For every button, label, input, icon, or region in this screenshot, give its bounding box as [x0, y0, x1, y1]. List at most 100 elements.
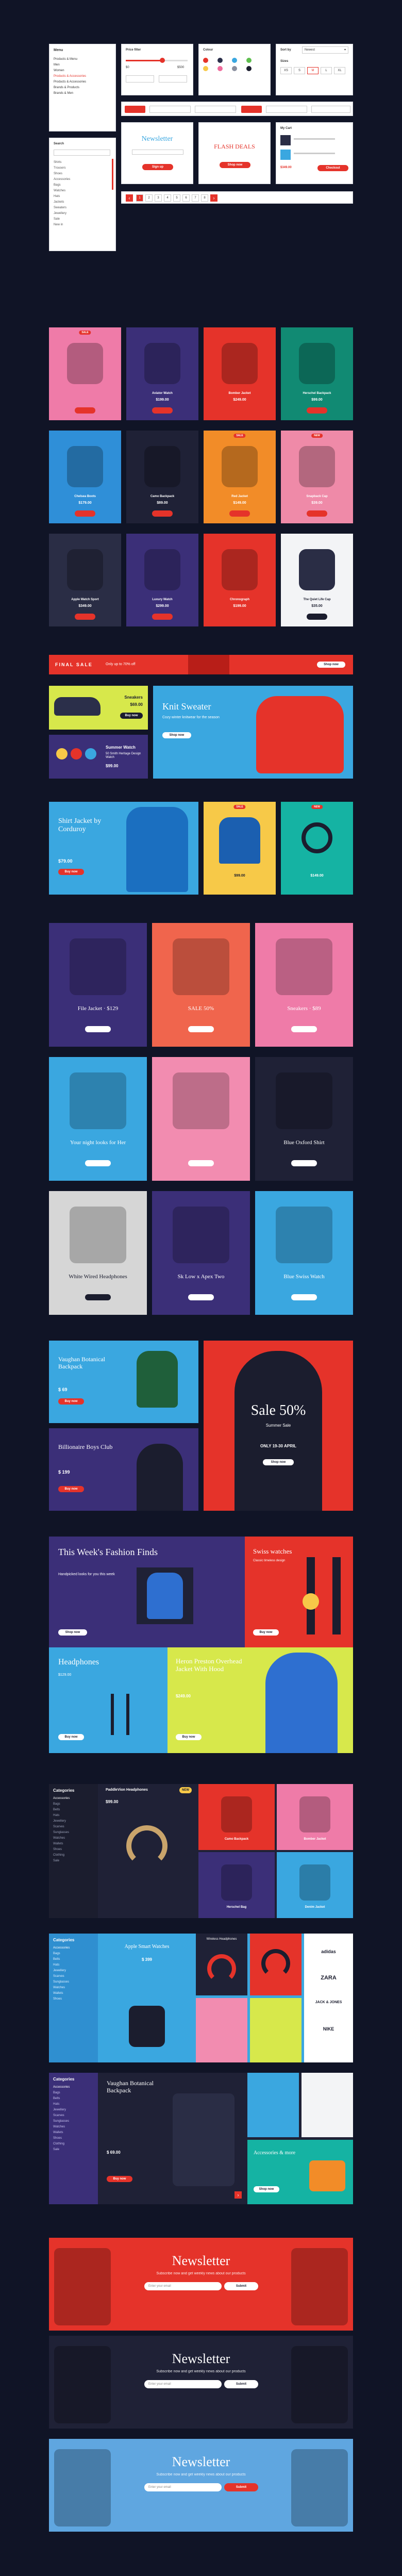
- dashboard-1-product[interactable]: PaddleVion Headphones NEW $99.00: [100, 1784, 196, 1918]
- category-item[interactable]: Clothing: [53, 2141, 94, 2147]
- category-item[interactable]: Jewellery: [53, 2107, 94, 2113]
- add-to-cart-button[interactable]: [229, 407, 250, 414]
- category-item[interactable]: Accessories: [53, 2085, 94, 2090]
- editorial-button[interactable]: [188, 1160, 214, 1166]
- editorial-button[interactable]: [85, 1160, 111, 1166]
- category-item[interactable]: Shoes: [53, 2136, 94, 2141]
- category-item[interactable]: Shirts: [54, 160, 70, 166]
- headphones-promo-button[interactable]: Buy now: [58, 1734, 84, 1740]
- size-option[interactable]: S: [294, 67, 305, 74]
- wireless-headphones-card[interactable]: Wireless Headphones: [196, 1934, 247, 1995]
- brand-logo[interactable]: ZARA: [304, 1975, 353, 1981]
- editorial-card[interactable]: Sneakers · $89: [255, 923, 353, 1047]
- product-card[interactable]: The Quiet Life Cap $35.00: [281, 534, 353, 626]
- add-to-cart-button[interactable]: [152, 510, 173, 517]
- color-swatch[interactable]: [246, 58, 252, 63]
- category-item[interactable]: Jackets: [54, 200, 70, 205]
- color-swatch[interactable]: [203, 58, 208, 63]
- category-item[interactable]: New in: [54, 222, 70, 228]
- editorial-card[interactable]: Your night looks for Her: [49, 1057, 147, 1181]
- page-button[interactable]: 6: [182, 194, 190, 202]
- club-promo[interactable]: Billionaire Boys Club $ 199 Buy now: [49, 1428, 198, 1511]
- editorial-button[interactable]: [291, 1160, 317, 1166]
- category-item[interactable]: Belts: [53, 2096, 94, 2102]
- category-item[interactable]: Jewellery: [54, 211, 70, 217]
- category-item[interactable]: Bags: [53, 1951, 94, 1957]
- editorial-button[interactable]: [291, 1294, 317, 1300]
- dashboard-1-card[interactable]: Camo Backpack: [198, 1784, 275, 1850]
- watches-card[interactable]: Summer Watch 50 Smith Heritage Design Wa…: [49, 735, 148, 779]
- backpack-promo[interactable]: Vaughan Botanical Backpack $ 69 Buy now: [49, 1341, 198, 1423]
- shirt-jacket-card[interactable]: Shirt Jacket by Corduroy $79.00 Buy now: [49, 802, 198, 895]
- backpack-promo-button[interactable]: Buy now: [58, 1398, 84, 1405]
- page-button[interactable]: 1: [136, 194, 143, 202]
- swiss-watches-card[interactable]: Swiss watches Classic timeless design Bu…: [245, 1537, 353, 1647]
- checkout-button[interactable]: Checkout: [317, 165, 348, 171]
- page-button[interactable]: 3: [155, 194, 162, 202]
- search-input[interactable]: [54, 150, 110, 156]
- category-item[interactable]: Wallets: [53, 1841, 94, 1847]
- size-option[interactable]: M: [307, 67, 319, 74]
- add-to-cart-button[interactable]: [152, 407, 173, 414]
- newsletter-widget-button[interactable]: Sign up: [142, 164, 173, 170]
- product-card[interactable]: SALE Red Jacket $149.00: [204, 431, 276, 523]
- size-option[interactable]: XL: [334, 67, 345, 74]
- category-item[interactable]: Jewellery: [53, 1819, 94, 1824]
- filter-select[interactable]: [149, 106, 191, 113]
- category-item[interactable]: Wallets: [53, 2130, 94, 2136]
- editorial-card[interactable]: File Jacket · $129: [49, 923, 147, 1047]
- editorial-button[interactable]: [85, 1294, 111, 1300]
- editorial-card[interactable]: Blue Oxford Shirt: [255, 1057, 353, 1181]
- red-headphones-card[interactable]: [250, 1934, 301, 1995]
- category-item[interactable]: Hats: [53, 2102, 94, 2107]
- color-swatch[interactable]: [203, 66, 208, 71]
- menu-item[interactable]: Men: [54, 62, 86, 68]
- headphones-promo[interactable]: Headphones $129.00 Buy now: [49, 1647, 167, 1753]
- chevron-right-icon[interactable]: ›: [234, 2191, 242, 2199]
- pink-tile[interactable]: [196, 1998, 247, 2062]
- page-button[interactable]: 7: [192, 194, 199, 202]
- product-card[interactable]: Chelsea Boots $179.00: [49, 431, 121, 523]
- category-item[interactable]: Sale: [53, 1858, 94, 1864]
- final-sale-button[interactable]: Shop now: [317, 662, 345, 668]
- category-item[interactable]: Belts: [53, 1807, 94, 1813]
- filter-chip-red[interactable]: [125, 106, 145, 113]
- add-to-cart-button[interactable]: [307, 614, 327, 620]
- category-item[interactable]: Shoes: [53, 1996, 94, 2002]
- add-to-cart-button[interactable]: [229, 614, 250, 620]
- sort-select[interactable]: Newest ▾: [302, 46, 348, 54]
- jacket-card[interactable]: SALE $99.00: [204, 802, 276, 895]
- product-card[interactable]: SALE: [49, 327, 121, 420]
- category-item[interactable]: Hats: [53, 1962, 94, 1968]
- filter-select[interactable]: [311, 106, 350, 113]
- category-item[interactable]: Hats: [54, 194, 70, 200]
- category-item[interactable]: Sale: [54, 217, 70, 222]
- category-item[interactable]: Jewellery: [53, 1968, 94, 1974]
- dashboard-3-product-button[interactable]: Buy now: [107, 2176, 132, 2182]
- knit-sweater-card[interactable]: Knit Sweater Cozy winter knitwear for th…: [153, 686, 353, 779]
- overhead-jacket-button[interactable]: Buy now: [176, 1734, 202, 1740]
- category-item[interactable]: Shoes: [53, 1847, 94, 1853]
- filter-select[interactable]: [195, 106, 236, 113]
- dashboard-3-side-top[interactable]: [247, 2073, 299, 2137]
- product-card[interactable]: Aviator Watch $199.00: [126, 327, 198, 420]
- dashboard-3-product[interactable]: Vaughan Botanical Backpack $ 69.00 Buy n…: [100, 2073, 245, 2204]
- category-item[interactable]: Accessories: [54, 177, 70, 183]
- page-button[interactable]: 8: [201, 194, 208, 202]
- brand-logo[interactable]: NIKE: [304, 2026, 353, 2032]
- category-item[interactable]: Bags: [53, 1802, 94, 1807]
- dashboard-3-side[interactable]: Accessories & more Shop now: [247, 2140, 353, 2204]
- size-option[interactable]: L: [321, 67, 332, 74]
- add-to-cart-button[interactable]: [307, 510, 327, 517]
- newsletter-email-input[interactable]: Enter your email: [144, 2282, 222, 2290]
- menu-item[interactable]: Products & Menu: [54, 57, 86, 62]
- page-button[interactable]: 5: [173, 194, 180, 202]
- overhead-jacket-card[interactable]: Heron Preston Overhead Jacket With Hood …: [167, 1647, 353, 1753]
- category-item[interactable]: Scarves: [53, 1974, 94, 1979]
- add-to-cart-button[interactable]: [75, 614, 95, 620]
- menu-item[interactable]: Products & Accessories: [54, 79, 86, 85]
- newsletter-submit-button[interactable]: Submit: [224, 2282, 258, 2290]
- category-item[interactable]: Bags: [54, 183, 70, 188]
- add-to-cart-button[interactable]: [75, 407, 95, 414]
- dashboard-1-card[interactable]: Denim Jacket: [277, 1852, 353, 1918]
